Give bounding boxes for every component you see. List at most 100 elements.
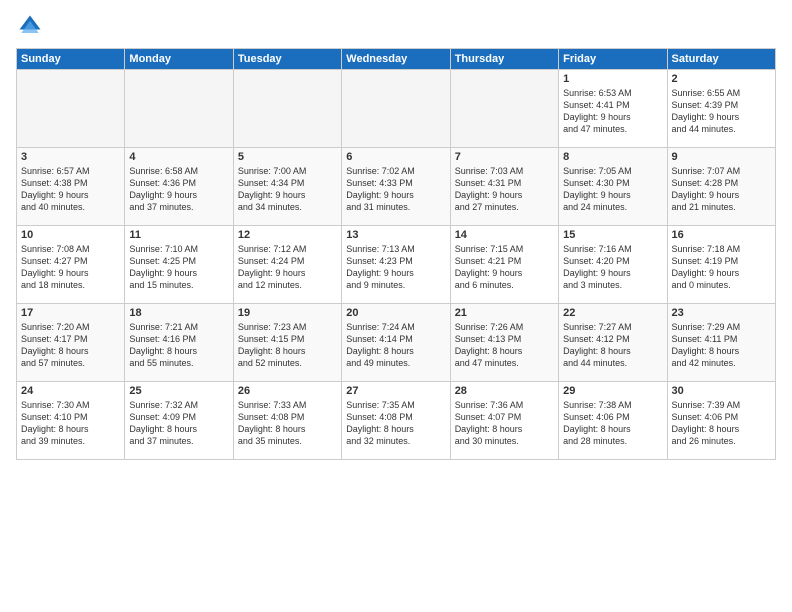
column-header-tuesday: Tuesday [233,49,341,70]
day-number: 6 [346,151,445,163]
day-number: 5 [238,151,337,163]
day-info: Sunrise: 7:35 AM Sunset: 4:08 PM Dayligh… [346,399,445,448]
calendar-empty-cell [17,70,125,148]
calendar-day-18: 18 Sunrise: 7:21 AM Sunset: 4:16 PM Dayli… [125,304,233,382]
day-info: Sunrise: 7:30 AM Sunset: 4:10 PM Dayligh… [21,399,120,448]
calendar-empty-cell [342,70,450,148]
day-number: 13 [346,229,445,241]
day-info: Sunrise: 7:13 AM Sunset: 4:23 PM Dayligh… [346,243,445,292]
day-number: 11 [129,229,228,241]
day-info: Sunrise: 7:33 AM Sunset: 4:08 PM Dayligh… [238,399,337,448]
day-info: Sunrise: 7:18 AM Sunset: 4:19 PM Dayligh… [672,243,771,292]
calendar-empty-cell [450,70,558,148]
calendar-day-9: 9Sunrise: 7:07 AM Sunset: 4:28 PM Daylig… [667,148,775,226]
calendar-day-26: 26 Sunrise: 7:33 AM Sunset: 4:08 PM Dayli… [233,382,341,460]
calendar-day-19: 19 Sunrise: 7:23 AM Sunset: 4:15 PM Dayli… [233,304,341,382]
day-info: Sunrise: 7:26 AM Sunset: 4:13 PM Dayligh… [455,321,554,370]
calendar-day-29: 29 Sunrise: 7:38 AM Sunset: 4:06 PM Dayli… [559,382,667,460]
calendar-table: SundayMondayTuesdayWednesdayThursdayFrid… [16,48,776,460]
day-info: Sunrise: 7:10 AM Sunset: 4:25 PM Dayligh… [129,243,228,292]
calendar-day-22: 22 Sunrise: 7:27 AM Sunset: 4:12 PM Dayli… [559,304,667,382]
day-number: 4 [129,151,228,163]
calendar-day-2: 2 Sunrise: 6:55 AM Sunset: 4:39 PM Daylig… [667,70,775,148]
day-number: 8 [563,151,662,163]
day-info: Sunrise: 7:02 AM Sunset: 4:33 PM Dayligh… [346,165,445,214]
day-number: 20 [346,307,445,319]
page: SundayMondayTuesdayWednesdayThursdayFrid… [0,0,792,612]
day-info: Sunrise: 7:15 AM Sunset: 4:21 PM Dayligh… [455,243,554,292]
calendar-day-5: 5 Sunrise: 7:00 AM Sunset: 4:34 PM Daylig… [233,148,341,226]
day-info: Sunrise: 6:58 AM Sunset: 4:36 PM Dayligh… [129,165,228,214]
calendar-day-13: 13 Sunrise: 7:13 AM Sunset: 4:23 PM Dayli… [342,226,450,304]
day-info: Sunrise: 7:38 AM Sunset: 4:06 PM Dayligh… [563,399,662,448]
calendar-day-16: 16 Sunrise: 7:18 AM Sunset: 4:19 PM Dayli… [667,226,775,304]
day-number: 22 [563,307,662,319]
calendar-day-25: 25 Sunrise: 7:32 AM Sunset: 4:09 PM Dayli… [125,382,233,460]
day-info: Sunrise: 7:03 AM Sunset: 4:31 PM Dayligh… [455,165,554,214]
calendar-day-6: 6 Sunrise: 7:02 AM Sunset: 4:33 PM Daylig… [342,148,450,226]
day-number: 25 [129,385,228,397]
day-info: Sunrise: 6:57 AM Sunset: 4:38 PM Dayligh… [21,165,120,214]
calendar-week-row: 3Sunrise: 6:57 AM Sunset: 4:38 PM Daylig… [17,148,776,226]
column-header-thursday: Thursday [450,49,558,70]
calendar-week-row: 10 Sunrise: 7:08 AM Sunset: 4:27 PM Dayli… [17,226,776,304]
calendar-day-8: 8 Sunrise: 7:05 AM Sunset: 4:30 PM Daylig… [559,148,667,226]
header [16,12,776,40]
calendar-day-30: 30Sunrise: 7:39 AM Sunset: 4:06 PM Dayli… [667,382,775,460]
day-info: Sunrise: 7:12 AM Sunset: 4:24 PM Dayligh… [238,243,337,292]
calendar-day-10: 10 Sunrise: 7:08 AM Sunset: 4:27 PM Dayli… [17,226,125,304]
day-number: 7 [455,151,554,163]
calendar-day-3: 3Sunrise: 6:57 AM Sunset: 4:38 PM Daylig… [17,148,125,226]
calendar-day-11: 11 Sunrise: 7:10 AM Sunset: 4:25 PM Dayli… [125,226,233,304]
column-header-wednesday: Wednesday [342,49,450,70]
day-number: 19 [238,307,337,319]
day-number: 14 [455,229,554,241]
day-number: 23 [672,307,771,319]
day-number: 29 [563,385,662,397]
column-header-monday: Monday [125,49,233,70]
calendar-week-row: 24 Sunrise: 7:30 AM Sunset: 4:10 PM Dayli… [17,382,776,460]
day-number: 2 [672,73,771,85]
day-info: Sunrise: 7:23 AM Sunset: 4:15 PM Dayligh… [238,321,337,370]
logo [16,12,48,40]
day-info: Sunrise: 7:16 AM Sunset: 4:20 PM Dayligh… [563,243,662,292]
day-info: Sunrise: 6:53 AM Sunset: 4:41 PM Dayligh… [563,87,662,136]
day-number: 16 [672,229,771,241]
day-number: 26 [238,385,337,397]
column-header-saturday: Saturday [667,49,775,70]
day-number: 17 [21,307,120,319]
day-info: Sunrise: 7:08 AM Sunset: 4:27 PM Dayligh… [21,243,120,292]
day-info: Sunrise: 7:27 AM Sunset: 4:12 PM Dayligh… [563,321,662,370]
day-number: 18 [129,307,228,319]
day-number: 1 [563,73,662,85]
day-info: Sunrise: 7:05 AM Sunset: 4:30 PM Dayligh… [563,165,662,214]
day-number: 10 [21,229,120,241]
day-number: 12 [238,229,337,241]
calendar-day-27: 27 Sunrise: 7:35 AM Sunset: 4:08 PM Dayli… [342,382,450,460]
calendar-day-21: 21Sunrise: 7:26 AM Sunset: 4:13 PM Dayli… [450,304,558,382]
calendar-day-24: 24 Sunrise: 7:30 AM Sunset: 4:10 PM Dayli… [17,382,125,460]
calendar-day-17: 17 Sunrise: 7:20 AM Sunset: 4:17 PM Dayli… [17,304,125,382]
day-number: 15 [563,229,662,241]
day-number: 27 [346,385,445,397]
calendar-day-7: 7 Sunrise: 7:03 AM Sunset: 4:31 PM Daylig… [450,148,558,226]
day-info: Sunrise: 7:21 AM Sunset: 4:16 PM Dayligh… [129,321,228,370]
day-number: 9 [672,151,771,163]
calendar-header-row: SundayMondayTuesdayWednesdayThursdayFrid… [17,49,776,70]
day-info: Sunrise: 7:24 AM Sunset: 4:14 PM Dayligh… [346,321,445,370]
calendar-week-row: 1 Sunrise: 6:53 AM Sunset: 4:41 PM Daylig… [17,70,776,148]
day-number: 28 [455,385,554,397]
day-info: Sunrise: 6:55 AM Sunset: 4:39 PM Dayligh… [672,87,771,136]
column-header-sunday: Sunday [17,49,125,70]
calendar-empty-cell [233,70,341,148]
day-info: Sunrise: 7:20 AM Sunset: 4:17 PM Dayligh… [21,321,120,370]
day-info: Sunrise: 7:32 AM Sunset: 4:09 PM Dayligh… [129,399,228,448]
logo-icon [16,12,44,40]
column-header-friday: Friday [559,49,667,70]
calendar-day-12: 12 Sunrise: 7:12 AM Sunset: 4:24 PM Dayli… [233,226,341,304]
calendar-day-1: 1 Sunrise: 6:53 AM Sunset: 4:41 PM Daylig… [559,70,667,148]
day-number: 24 [21,385,120,397]
calendar-day-4: 4 Sunrise: 6:58 AM Sunset: 4:36 PM Daylig… [125,148,233,226]
day-info: Sunrise: 7:00 AM Sunset: 4:34 PM Dayligh… [238,165,337,214]
calendar-week-row: 17 Sunrise: 7:20 AM Sunset: 4:17 PM Dayli… [17,304,776,382]
